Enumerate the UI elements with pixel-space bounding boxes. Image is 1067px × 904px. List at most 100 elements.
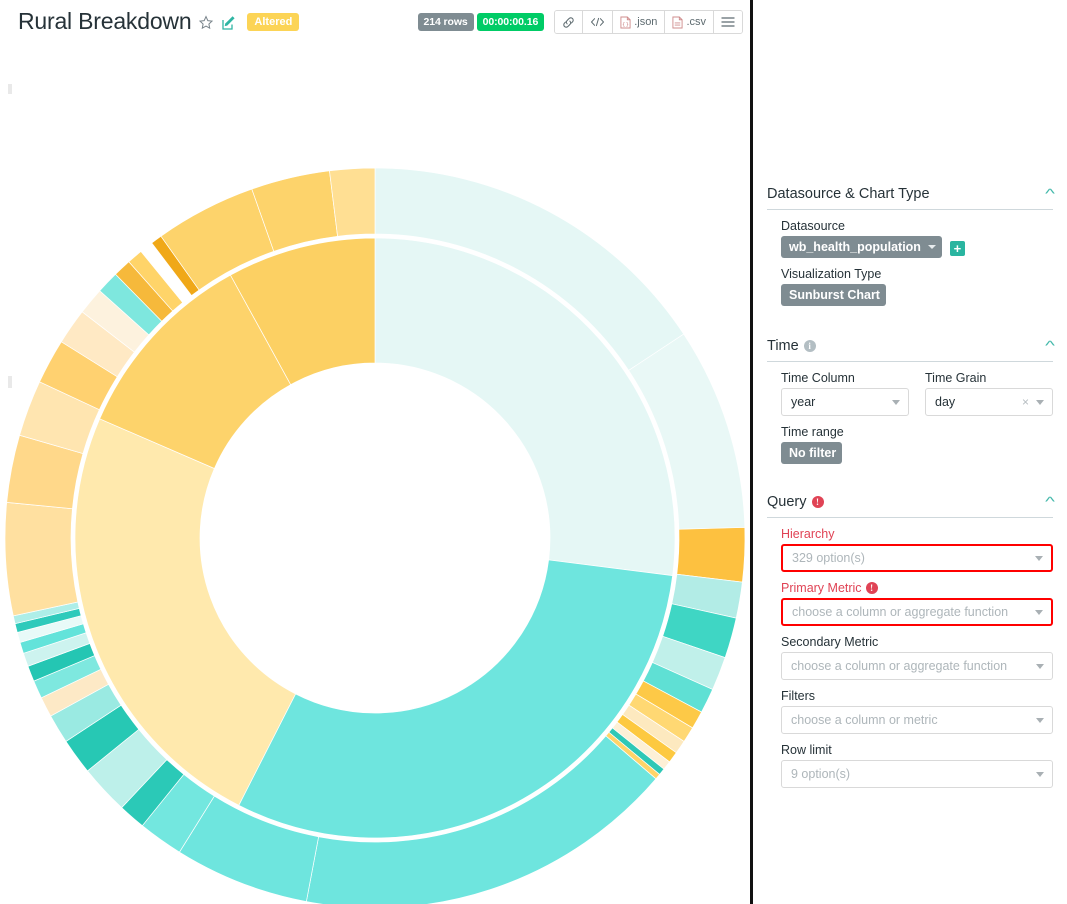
chart-toolbar: 214 rows 00:00:00.16: [418, 10, 744, 34]
row-limit-placeholder: 9 option(s): [791, 767, 850, 781]
row-limit-select[interactable]: 9 option(s): [781, 760, 1053, 788]
superset-explore-page: Rural Breakdown Altered 214 rows 00:00:: [0, 0, 1067, 904]
csv-file-icon: [672, 16, 683, 29]
sunburst-slice[interactable]: [677, 527, 745, 582]
scroll-artifact-top: [8, 84, 12, 94]
code-icon: [590, 16, 605, 28]
star-icon[interactable]: [198, 15, 214, 31]
field-filters: Filters choose a column or metric: [767, 680, 1053, 734]
control-panel: Datasource & Chart Type ^ Datasource wb_…: [753, 0, 1067, 904]
secondary-metric-label: Secondary Metric: [781, 635, 1053, 649]
error-icon[interactable]: !: [866, 582, 878, 594]
time-column-value: year: [791, 395, 815, 409]
field-datasource: Datasource wb_health_population +: [767, 210, 1053, 258]
row-limit-label: Row limit: [781, 743, 1053, 757]
time-grain-select[interactable]: day ×: [925, 388, 1053, 416]
primary-metric-select[interactable]: choose a column or aggregate function: [781, 598, 1053, 626]
section-query-title-text: Query: [767, 494, 807, 510]
status-badge: Altered: [247, 13, 299, 31]
sunburst-chart[interactable]: [0, 46, 750, 904]
field-time-grain: Time Grain day ×: [925, 371, 1053, 416]
export-csv-button[interactable]: .csv: [665, 11, 714, 33]
share-link-button[interactable]: [555, 11, 583, 33]
chevron-down-icon: [1036, 664, 1044, 669]
chevron-down-icon: [1035, 556, 1043, 561]
filters-placeholder: choose a column or metric: [791, 713, 938, 727]
section-datasource: Datasource & Chart Type ^ Datasource wb_…: [767, 176, 1053, 306]
export-json-button[interactable]: {} .json: [613, 11, 665, 33]
page-title: Rural Breakdown: [18, 7, 191, 35]
field-time-range: Time range No filter: [767, 416, 1053, 464]
hierarchy-label: Hierarchy: [781, 527, 1053, 541]
chevron-down-icon: [1035, 610, 1043, 615]
hierarchy-select[interactable]: 329 option(s): [781, 544, 1053, 572]
chart-title-group: Rural Breakdown Altered: [18, 7, 299, 35]
time-fields-row: Time Column year Time Grain day ×: [767, 362, 1053, 416]
section-query-header[interactable]: Query ! ^: [767, 484, 1053, 518]
chevron-up-icon[interactable]: ^: [1045, 189, 1055, 199]
chevron-up-icon[interactable]: ^: [1045, 497, 1055, 507]
section-time: Time i ^ Time Column year Time Grain day: [767, 328, 1053, 464]
field-hierarchy: Hierarchy 329 option(s): [767, 518, 1053, 572]
chevron-down-icon: [928, 245, 936, 249]
more-menu-button[interactable]: [714, 11, 742, 33]
hierarchy-placeholder: 329 option(s): [792, 551, 865, 565]
field-primary-metric: Primary Metric ! choose a column or aggr…: [767, 572, 1053, 626]
svg-text:{}: {}: [622, 22, 629, 28]
section-datasource-header[interactable]: Datasource & Chart Type ^: [767, 176, 1053, 210]
section-query: Query ! ^ Hierarchy 329 option(s) Primar…: [767, 484, 1053, 788]
chart-pane: Rural Breakdown Altered 214 rows 00:00:: [0, 0, 750, 904]
json-file-icon: {}: [620, 16, 631, 29]
viz-type-label: Visualization Type: [781, 267, 1053, 281]
viz-type-select[interactable]: Sunburst Chart: [781, 284, 886, 306]
view-query-button[interactable]: [583, 11, 613, 33]
field-viz-type: Visualization Type Sunburst Chart: [767, 258, 1053, 306]
primary-metric-label-text: Primary Metric: [781, 581, 862, 595]
time-range-label: Time range: [781, 425, 1053, 439]
clear-icon[interactable]: ×: [1022, 396, 1029, 408]
datasource-select[interactable]: wb_health_population: [781, 236, 942, 258]
chevron-down-icon: [1036, 772, 1044, 777]
add-datasource-button[interactable]: +: [950, 241, 965, 256]
primary-metric-placeholder: choose a column or aggregate function: [792, 605, 1008, 619]
error-icon[interactable]: !: [812, 496, 824, 508]
time-column-label: Time Column: [781, 371, 909, 385]
field-secondary-metric: Secondary Metric choose a column or aggr…: [767, 626, 1053, 680]
datasource-label: Datasource: [781, 219, 1053, 233]
time-column-select[interactable]: year: [781, 388, 909, 416]
row-count-badge: 214 rows: [418, 13, 474, 31]
export-csv-label: .csv: [686, 16, 706, 28]
section-time-header[interactable]: Time i ^: [767, 328, 1053, 362]
query-duration-badge: 00:00:00.16: [477, 13, 545, 31]
chevron-down-icon: [892, 400, 900, 405]
field-row-limit: Row limit 9 option(s): [767, 734, 1053, 788]
field-time-column: Time Column year: [781, 371, 909, 416]
chevron-up-icon[interactable]: ^: [1045, 341, 1055, 351]
primary-metric-label: Primary Metric !: [781, 581, 1053, 595]
time-range-select[interactable]: No filter: [781, 442, 842, 464]
section-time-title-text: Time: [767, 338, 799, 354]
link-icon: [562, 16, 575, 29]
scroll-artifact-mid: [8, 376, 12, 388]
viz-type-value: Sunburst Chart: [789, 288, 880, 302]
filters-select[interactable]: choose a column or metric: [781, 706, 1053, 734]
info-icon[interactable]: i: [804, 340, 816, 352]
sunburst-svg[interactable]: [0, 46, 750, 904]
chevron-down-icon: [1036, 718, 1044, 723]
chevron-down-icon: [1036, 400, 1044, 405]
sunburst-slice[interactable]: [5, 502, 78, 615]
export-json-label: .json: [634, 16, 657, 28]
time-grain-value: day: [935, 395, 955, 409]
time-range-value: No filter: [789, 446, 836, 460]
time-grain-label: Time Grain: [925, 371, 1053, 385]
secondary-metric-placeholder: choose a column or aggregate function: [791, 659, 1007, 673]
section-time-title: Time i: [767, 338, 816, 354]
secondary-metric-select[interactable]: choose a column or aggregate function: [781, 652, 1053, 680]
edit-pencil-icon[interactable]: [221, 15, 237, 31]
hamburger-icon: [721, 16, 735, 28]
export-button-group: {} .json .csv: [554, 10, 743, 34]
chart-header: Rural Breakdown Altered 214 rows 00:00:: [0, 0, 750, 46]
filters-label: Filters: [781, 689, 1053, 703]
sunburst-slice[interactable]: [329, 168, 375, 236]
datasource-value: wb_health_population: [789, 240, 921, 254]
